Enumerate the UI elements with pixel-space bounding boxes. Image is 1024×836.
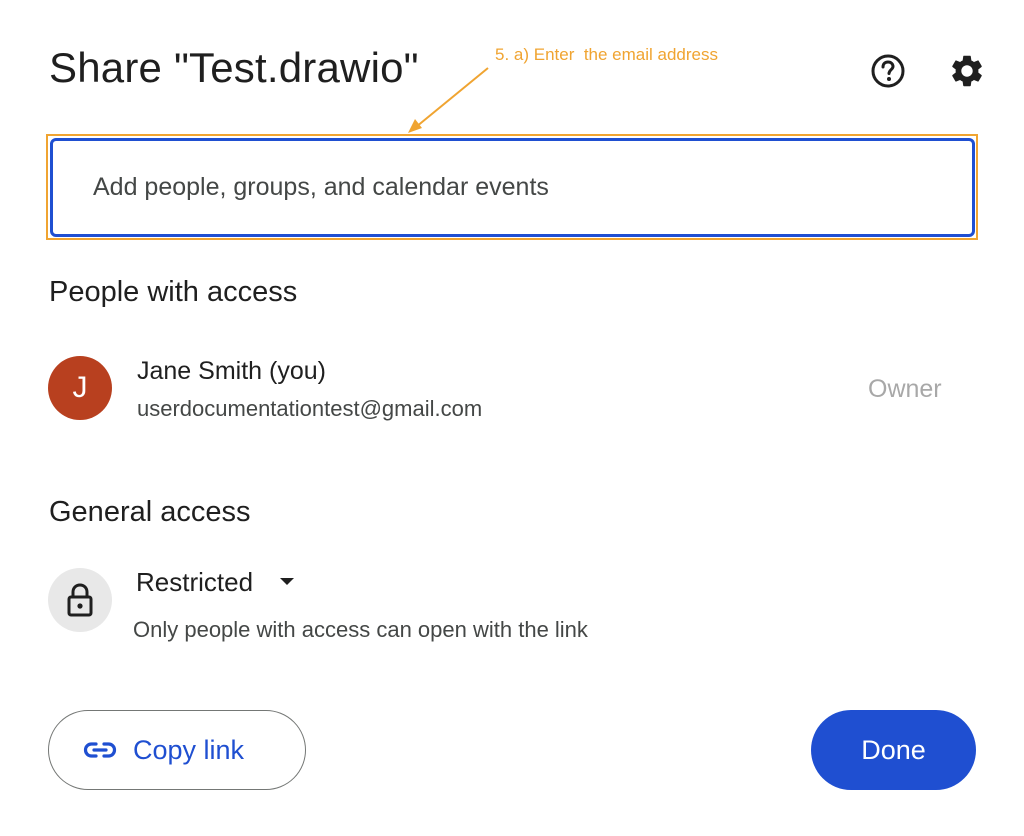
add-people-field[interactable]	[50, 138, 975, 237]
link-icon	[83, 742, 117, 758]
settings-button[interactable]	[945, 49, 989, 93]
general-access-selected: Restricted	[136, 566, 254, 597]
share-dialog: Share "Test.drawio" 5. a) Enter the emai…	[0, 0, 1024, 836]
gear-icon	[952, 55, 982, 87]
add-people-input[interactable]	[91, 172, 935, 203]
dialog-title: Share "Test.drawio"	[49, 44, 419, 91]
annotation-label: 5. a) Enter the email address	[495, 45, 719, 64]
general-access-heading: General access	[49, 496, 251, 528]
people-with-access-heading: People with access	[49, 276, 298, 308]
lock-icon-container	[48, 568, 112, 632]
done-button[interactable]: Done	[811, 710, 976, 790]
caret-down-icon	[279, 577, 295, 587]
copy-link-label: Copy link	[133, 734, 245, 765]
lock-icon	[67, 583, 93, 617]
person-email: userdocumentationtest@gmail.com	[137, 396, 483, 421]
person-role: Owner	[868, 375, 942, 403]
general-access-dropdown[interactable]: Restricted	[130, 560, 301, 604]
person-name: Jane Smith (you)	[137, 357, 326, 385]
help-button[interactable]	[866, 49, 910, 93]
copy-link-button[interactable]: Copy link	[48, 710, 306, 790]
general-access-description: Only people with access can open with th…	[133, 617, 588, 642]
help-circle-icon	[871, 54, 905, 88]
avatar: J	[48, 356, 112, 420]
